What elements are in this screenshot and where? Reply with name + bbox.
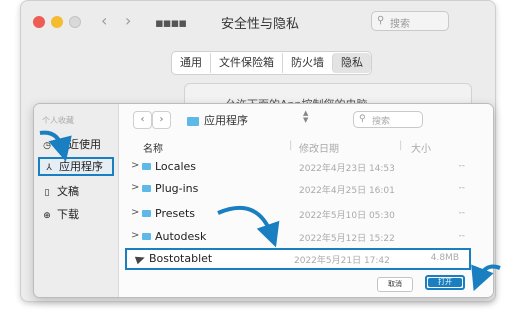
sidebar-item-documents[interactable]: ▯ 文稿 — [38, 182, 114, 201]
folder-icon — [142, 185, 151, 192]
sidebar-item-downloads[interactable]: ⊕ 下载 — [38, 205, 114, 224]
file-date: 2022年4月23日 14:53 — [299, 164, 395, 174]
sidebar-item-label: 应用程序 — [59, 160, 103, 173]
file-row-presets[interactable]: > Presets 2022年5月10日 05:30 -- — [119, 204, 493, 224]
sidebar-heading: 个人收藏 — [42, 116, 74, 125]
file-row-locales[interactable]: > Locales 2022年4月23日 14:53 -- — [119, 157, 493, 177]
dialog-search-field[interactable]: ⚲ 搜索 — [353, 111, 423, 128]
location-popup[interactable]: 应用程序 — [187, 112, 248, 128]
file-name: Bostotablet — [149, 252, 213, 265]
disclosure-icon[interactable]: > — [131, 160, 139, 171]
sidebar-item-label: 最近使用 — [57, 138, 101, 151]
document-icon: ▯ — [44, 188, 50, 198]
file-date: 2022年4月25日 16:01 — [299, 186, 395, 196]
app-icon — [134, 253, 147, 265]
location-updown-icon[interactable]: ▲ ▼ — [303, 110, 308, 124]
file-row-plug-ins[interactable]: > Plug-ins 2022年4月25日 16:01 -- — [119, 179, 493, 199]
column-divider: | — [289, 140, 293, 151]
file-size: -- — [458, 208, 466, 218]
file-row-autodesk[interactable]: > Autodesk 2022年5月12日 15:22 -- — [119, 227, 493, 247]
cancel-button[interactable]: 取消 — [377, 277, 413, 292]
dialog-file-browser: ‹ › 应用程序 ▲ ▼ ⚲ 搜索 名称 | 修改日期 | 大小 > Locale… — [119, 104, 493, 297]
disclosure-icon[interactable]: > — [131, 230, 139, 241]
file-size: 4.8MB — [430, 253, 459, 263]
file-date: 2022年5月10日 05:30 — [299, 211, 395, 221]
open-button[interactable]: 打开 — [425, 275, 465, 290]
dialog-back-button[interactable]: ‹ — [133, 111, 152, 129]
column-header-name[interactable]: 名称 — [143, 140, 163, 155]
file-name: Locales — [155, 160, 197, 173]
apps-icon: ⅄ — [46, 163, 52, 173]
open-button-label: 打开 — [428, 278, 462, 287]
folder-icon — [142, 233, 151, 240]
file-size: -- — [458, 231, 466, 241]
tab-privacy[interactable]: 隐私 — [332, 53, 371, 73]
disclosure-icon[interactable]: > — [131, 182, 139, 193]
column-divider: | — [399, 140, 403, 151]
tab-firewall[interactable]: 防火墙 — [282, 53, 332, 73]
search-field[interactable]: ⚲ 搜索 — [371, 11, 449, 31]
tab-filevault[interactable]: 文件保险箱 — [210, 53, 282, 73]
disclosure-icon[interactable]: > — [131, 207, 139, 218]
file-name: Autodesk — [155, 230, 207, 243]
window-title: 安全性与隐私 — [221, 17, 300, 32]
search-placeholder: 搜索 — [390, 19, 410, 30]
sidebar-item-label: 下载 — [57, 208, 79, 221]
grid-icon[interactable]: ▪▪▪▪ — [155, 16, 187, 31]
sidebar-item-recents[interactable]: ◷ 最近使用 — [38, 135, 114, 154]
search-icon: ⚲ — [377, 15, 385, 26]
file-size: -- — [458, 161, 466, 171]
tab-bar: 通用 文件保险箱 防火墙 隐私 — [171, 51, 372, 75]
back-button[interactable]: ‹ — [101, 11, 107, 30]
title-bar: ‹ › ▪▪▪▪ 安全性与隐私 ⚲ 搜索 — [21, 1, 495, 41]
minimize-window-button[interactable] — [51, 16, 63, 28]
zoom-window-button[interactable] — [69, 16, 81, 28]
location-label: 应用程序 — [204, 114, 248, 127]
tab-general[interactable]: 通用 — [172, 53, 210, 73]
sidebar-item-label: 文稿 — [57, 185, 79, 198]
file-name: Plug-ins — [155, 182, 199, 195]
search-icon: ⚲ — [359, 114, 366, 124]
column-header-size[interactable]: 大小 — [411, 140, 431, 155]
column-header-date[interactable]: 修改日期 — [299, 140, 339, 155]
file-date: 2022年5月21日 17:42 — [294, 256, 390, 266]
file-name: Presets — [155, 207, 196, 220]
folder-icon — [142, 163, 151, 170]
file-date: 2022年5月12日 15:22 — [299, 234, 395, 244]
file-size: -- — [458, 183, 466, 193]
file-row-bostotablet[interactable]: Bostotablet 2022年5月21日 17:42 4.8MB — [125, 248, 471, 270]
sidebar-item-applications[interactable]: ⅄ 应用程序 — [38, 157, 114, 176]
folder-icon — [187, 116, 199, 126]
download-icon: ⊕ — [43, 211, 51, 221]
dialog-forward-button[interactable]: › — [152, 111, 171, 129]
dialog-sidebar: 个人收藏 ◷ 最近使用 ⅄ 应用程序 ▯ 文稿 ⊕ 下载 — [34, 104, 119, 297]
clock-icon: ◷ — [43, 141, 51, 151]
folder-icon — [142, 210, 151, 217]
open-file-dialog: 个人收藏 ◷ 最近使用 ⅄ 应用程序 ▯ 文稿 ⊕ 下载 ‹ › 应用程序 ▲ ▼ ⚲ 搜… — [33, 103, 494, 298]
forward-button[interactable]: › — [125, 11, 131, 30]
dialog-search-placeholder: 搜索 — [372, 117, 391, 127]
close-window-button[interactable] — [33, 16, 45, 28]
